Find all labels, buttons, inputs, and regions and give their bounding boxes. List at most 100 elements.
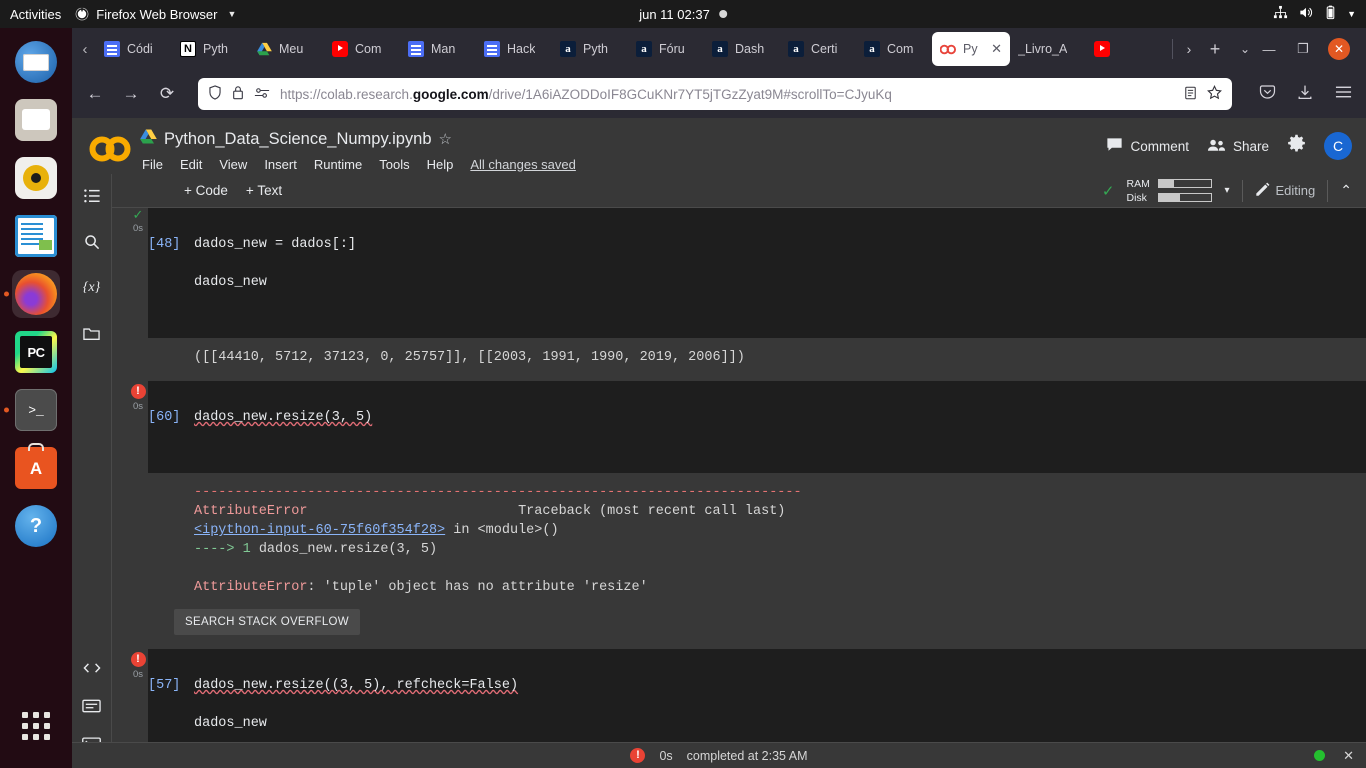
chevron-down-icon[interactable]: ▾ <box>1224 185 1229 196</box>
forward-button[interactable]: → <box>120 84 142 104</box>
shield-icon[interactable] <box>208 85 222 103</box>
list-all-tabs-button[interactable]: ⌄ <box>1230 42 1260 56</box>
menu-bar: File Edit View Insert Runtime Tools Help… <box>140 152 576 176</box>
cell-status-gutter[interactable]: ! 0s <box>128 649 148 680</box>
command-palette-icon[interactable] <box>80 696 104 716</box>
alura-icon: a <box>560 41 576 57</box>
menu-file[interactable]: File <box>142 157 163 172</box>
lock-icon[interactable] <box>232 85 244 103</box>
active-app-menu[interactable]: Firefox Web Browser ▼ <box>75 7 236 22</box>
activities-button[interactable]: Activities <box>0 7 75 22</box>
ram-label: RAM <box>1126 177 1150 190</box>
reload-button[interactable]: ⟳ <box>156 84 178 104</box>
dock-item-thunderbird[interactable] <box>12 38 60 86</box>
dock-item-firefox[interactable] <box>12 270 60 318</box>
resource-meter[interactable]: RAM Disk <box>1126 177 1213 204</box>
address-bar[interactable]: https://colab.research.google.com/drive/… <box>198 78 1232 110</box>
menu-tools[interactable]: Tools <box>379 157 409 172</box>
cell-code-editor[interactable]: [60] dados_new.resize(3, 5) <box>148 381 1366 473</box>
permissions-icon[interactable] <box>254 87 270 102</box>
browser-tab[interactable] <box>1086 32 1120 66</box>
browser-tab[interactable]: a Pyth <box>552 32 628 66</box>
help-icon: ? <box>15 505 57 547</box>
save-state-label[interactable]: All changes saved <box>470 157 576 172</box>
show-applications-button[interactable] <box>12 702 60 750</box>
close-tab-button[interactable]: ✕ <box>991 41 1002 57</box>
avatar[interactable]: C <box>1324 132 1352 160</box>
star-outline-icon[interactable]: ☆ <box>439 130 452 148</box>
dock-item-ubuntu-software[interactable]: A <box>12 443 60 492</box>
menu-help[interactable]: Help <box>427 157 454 172</box>
maximize-window-button[interactable]: ❐ <box>1294 41 1312 57</box>
dock-item-pycharm[interactable]: PC <box>12 328 60 376</box>
notebook-cell[interactable]: ✓ 0s [48] dados_new = dados[:] dados_new … <box>128 208 1366 371</box>
add-text-cell-button[interactable]: + Text <box>246 183 282 198</box>
bookmark-star-icon[interactable] <box>1207 84 1222 103</box>
scroll-tabs-right-button[interactable]: › <box>1178 41 1200 57</box>
browser-tab[interactable]: a Com <box>856 32 932 66</box>
dock-item-libreoffice-writer[interactable] <box>12 212 60 260</box>
toc-icon[interactable] <box>80 186 104 206</box>
dock-item-help[interactable]: ? <box>12 502 60 550</box>
clock-menu[interactable]: jun 11 02:37 <box>639 7 727 22</box>
url-text[interactable]: https://colab.research.google.com/drive/… <box>280 87 1174 102</box>
share-button[interactable]: Share <box>1207 138 1269 155</box>
toolbar-divider <box>1327 179 1329 202</box>
comment-button[interactable]: Comment <box>1106 137 1189 155</box>
system-tray[interactable]: ▼ <box>1273 5 1356 23</box>
collapse-header-button[interactable]: ⌃ <box>1340 182 1352 199</box>
window-controls: — ❐ ✕ <box>1260 38 1364 60</box>
ram-bar <box>1158 179 1213 188</box>
colab-rail-bottom <box>80 658 104 754</box>
colab-header-actions: Comment Share C <box>1106 126 1352 160</box>
editing-mode-button[interactable]: Editing <box>1255 182 1315 200</box>
notebook-cell[interactable]: ! 0s [60] dados_new.resize(3, 5) --------… <box>128 381 1366 635</box>
dock-item-files[interactable] <box>12 96 60 144</box>
scroll-tabs-left-button[interactable]: ‹ <box>74 41 96 58</box>
gear-icon[interactable] <box>1287 134 1306 158</box>
back-button[interactable]: ← <box>84 84 106 104</box>
cell-status-gutter[interactable]: ! 0s <box>128 381 148 412</box>
menu-insert[interactable]: Insert <box>264 157 297 172</box>
dock-item-rhythmbox[interactable] <box>12 154 60 202</box>
close-window-button[interactable]: ✕ <box>1328 38 1350 60</box>
menu-view[interactable]: View <box>219 157 247 172</box>
code-text: dados_new.resize((3, 5), refcheck=False) <box>194 678 519 693</box>
browser-tab[interactable]: Hack <box>476 32 552 66</box>
browser-tab[interactable]: a Dash <box>704 32 780 66</box>
hamburger-menu-icon[interactable] <box>1332 84 1354 104</box>
browser-tab-active[interactable]: Py ✕ <box>932 32 1010 66</box>
traceback-file-link[interactable]: <ipython-input-60-75f60f354f28> <box>194 523 445 538</box>
cell-code-editor[interactable]: [57] dados_new.resize((3, 5), refcheck=Fa… <box>148 649 1366 746</box>
menu-runtime[interactable]: Runtime <box>314 157 362 172</box>
reader-view-icon[interactable] <box>1184 86 1197 103</box>
new-tab-button[interactable]: + <box>1200 39 1230 60</box>
variables-icon[interactable]: {x} <box>80 278 104 298</box>
colab-logo[interactable] <box>88 126 134 172</box>
browser-tab[interactable]: a Certi <box>780 32 856 66</box>
browser-tab[interactable]: Códi <box>96 32 172 66</box>
cell-code-editor[interactable]: [48] dados_new = dados[:] dados_new <box>148 208 1366 338</box>
browser-tab[interactable]: _Livro_A <box>1010 32 1086 66</box>
browser-tab[interactable]: Meu <box>248 32 324 66</box>
browser-tab[interactable]: Com <box>324 32 400 66</box>
code-snippets-icon[interactable] <box>80 658 104 678</box>
downloads-icon[interactable] <box>1294 84 1316 105</box>
add-code-cell-button[interactable]: + Code <box>184 183 228 198</box>
search-stack-overflow-button[interactable]: SEARCH STACK OVERFLOW <box>174 609 360 635</box>
search-icon[interactable] <box>80 232 104 252</box>
files-icon[interactable] <box>80 324 104 344</box>
pocket-icon[interactable] <box>1256 84 1278 105</box>
notebook-cell[interactable]: ! 0s [57] dados_new.resize((3, 5), refche… <box>128 649 1366 746</box>
toolbar-actions <box>1252 84 1354 105</box>
close-status-button[interactable]: ✕ <box>1343 748 1354 764</box>
browser-tab[interactable]: a Fóru <box>628 32 704 66</box>
cell-status-gutter[interactable]: ✓ 0s <box>128 208 148 234</box>
browser-tab[interactable]: N Pyth <box>172 32 248 66</box>
page-title[interactable]: Python_Data_Science_Numpy.ipynb <box>164 130 432 149</box>
browser-tab[interactable]: Man <box>400 32 476 66</box>
dock-item-terminal[interactable]: >_ <box>12 386 60 434</box>
tab-label: Com <box>355 42 382 56</box>
menu-edit[interactable]: Edit <box>180 157 202 172</box>
minimize-window-button[interactable]: — <box>1260 42 1278 57</box>
